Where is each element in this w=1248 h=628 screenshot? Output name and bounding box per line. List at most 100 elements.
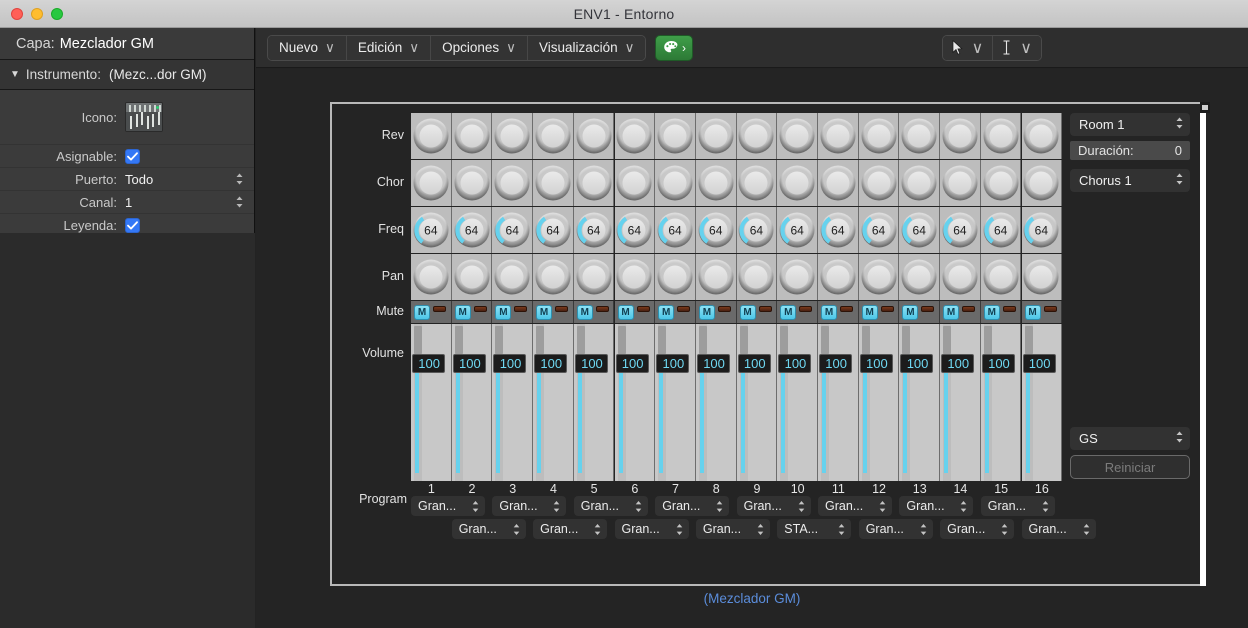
knob[interactable] — [983, 166, 1018, 201]
program-select[interactable]: Gran... — [940, 519, 1014, 539]
knob[interactable] — [820, 119, 855, 154]
knob-cell-chor[interactable] — [452, 160, 493, 206]
knob-cell-chor[interactable] — [533, 160, 574, 206]
program-select[interactable]: Gran... — [655, 496, 729, 516]
object-resize-handle[interactable] — [1200, 102, 1210, 113]
volume-cell[interactable]: 100 — [615, 324, 656, 481]
knob[interactable]: 64 — [902, 213, 937, 248]
program-select[interactable]: Gran... — [696, 519, 770, 539]
knob-cell-pan[interactable] — [574, 254, 615, 300]
volume-value[interactable]: 100 — [900, 354, 933, 373]
knob[interactable] — [617, 119, 652, 154]
knob-cell-pan[interactable] — [940, 254, 981, 300]
knob-cell-rev[interactable] — [737, 113, 778, 159]
mute-button[interactable]: M — [943, 305, 959, 320]
volume-value[interactable]: 100 — [656, 354, 689, 373]
mute-button[interactable]: M — [821, 305, 837, 320]
knob[interactable] — [902, 166, 937, 201]
knob[interactable] — [495, 119, 530, 154]
knob[interactable]: 64 — [495, 213, 530, 248]
knob[interactable]: 64 — [617, 213, 652, 248]
knob[interactable] — [861, 260, 896, 295]
mute-button[interactable]: M — [658, 305, 674, 320]
knob[interactable] — [698, 166, 733, 201]
knob[interactable]: 64 — [820, 213, 855, 248]
knob-cell-rev[interactable] — [818, 113, 859, 159]
knob-cell-freq[interactable]: 64 — [940, 207, 981, 253]
knob-cell-rev[interactable] — [655, 113, 696, 159]
knob-cell-rev[interactable] — [452, 113, 493, 159]
volume-value[interactable]: 100 — [941, 354, 974, 373]
mute-button[interactable]: M — [1025, 305, 1041, 320]
knob[interactable]: 64 — [739, 213, 774, 248]
fader-thumb[interactable] — [1025, 326, 1033, 354]
knob-cell-rev[interactable] — [492, 113, 533, 159]
volume-cell[interactable]: 100 — [696, 324, 737, 481]
knob-cell-chor[interactable] — [981, 160, 1022, 206]
knob[interactable] — [780, 260, 815, 295]
knob-cell-freq[interactable]: 64 — [1022, 207, 1063, 253]
knob-cell-freq[interactable]: 64 — [533, 207, 574, 253]
volume-cell[interactable]: 100 — [859, 324, 900, 481]
knob[interactable] — [1024, 260, 1059, 295]
knob-cell-chor[interactable] — [492, 160, 533, 206]
knob[interactable] — [535, 166, 570, 201]
fader-thumb[interactable] — [536, 326, 544, 354]
knob-cell-rev[interactable] — [411, 113, 452, 159]
knob[interactable] — [413, 260, 448, 295]
knob[interactable] — [942, 166, 977, 201]
knob-cell-pan[interactable] — [818, 254, 859, 300]
fader-thumb[interactable] — [862, 326, 870, 354]
program-select[interactable]: Gran... — [1022, 519, 1096, 539]
knob-cell-rev[interactable] — [1022, 113, 1063, 159]
volume-cell[interactable]: 100 — [777, 324, 818, 481]
fader-thumb[interactable] — [414, 326, 422, 354]
knob[interactable] — [698, 260, 733, 295]
knob[interactable] — [454, 166, 489, 201]
knob-cell-freq[interactable]: 64 — [655, 207, 696, 253]
knob[interactable] — [413, 119, 448, 154]
knob-cell-chor[interactable] — [1022, 160, 1063, 206]
knob[interactable] — [739, 260, 774, 295]
knob[interactable]: 64 — [1024, 213, 1059, 248]
knob-cell-chor[interactable] — [777, 160, 818, 206]
knob-cell-pan[interactable] — [492, 254, 533, 300]
pointer-tool-button[interactable]: ∨ — [943, 36, 994, 60]
program-select[interactable]: Gran... — [899, 496, 973, 516]
duration-field[interactable]: Duración: 0 — [1070, 141, 1190, 160]
knob-cell-chor[interactable] — [859, 160, 900, 206]
knob-cell-pan[interactable] — [899, 254, 940, 300]
mute-button[interactable]: M — [414, 305, 430, 320]
fader-thumb[interactable] — [740, 326, 748, 354]
knob[interactable]: 64 — [983, 213, 1018, 248]
knob-cell-chor[interactable] — [655, 160, 696, 206]
disclosure-triangle-icon[interactable]: ▼ — [10, 69, 20, 80]
knob-cell-pan[interactable] — [981, 254, 1022, 300]
menu-visualizacin[interactable]: Visualización∨ — [528, 36, 645, 60]
knob[interactable] — [983, 260, 1018, 295]
knob[interactable] — [780, 166, 815, 201]
menu-edicin[interactable]: Edición∨ — [347, 36, 431, 60]
knob-cell-freq[interactable]: 64 — [899, 207, 940, 253]
knob-cell-rev[interactable] — [899, 113, 940, 159]
knob[interactable] — [902, 260, 937, 295]
knob-cell-freq[interactable]: 64 — [777, 207, 818, 253]
volume-cell[interactable]: 100 — [411, 324, 452, 481]
knob-cell-rev[interactable] — [574, 113, 615, 159]
fader-thumb[interactable] — [495, 326, 503, 354]
volume-cell[interactable]: 100 — [574, 324, 615, 481]
volume-value[interactable]: 100 — [412, 354, 445, 373]
knob[interactable]: 64 — [576, 213, 611, 248]
volume-cell[interactable]: 100 — [1022, 324, 1063, 481]
mute-button[interactable]: M — [495, 305, 511, 320]
knob-cell-chor[interactable] — [899, 160, 940, 206]
knob[interactable] — [942, 119, 977, 154]
fader-thumb[interactable] — [658, 326, 666, 354]
reverb-preset-select[interactable]: Room 1 — [1070, 113, 1190, 136]
program-select[interactable]: Gran... — [492, 496, 566, 516]
program-select[interactable]: Gran... — [411, 496, 485, 516]
palette-button[interactable]: › — [655, 35, 693, 61]
knob[interactable] — [658, 119, 693, 154]
knob[interactable] — [617, 166, 652, 201]
knob[interactable] — [861, 166, 896, 201]
